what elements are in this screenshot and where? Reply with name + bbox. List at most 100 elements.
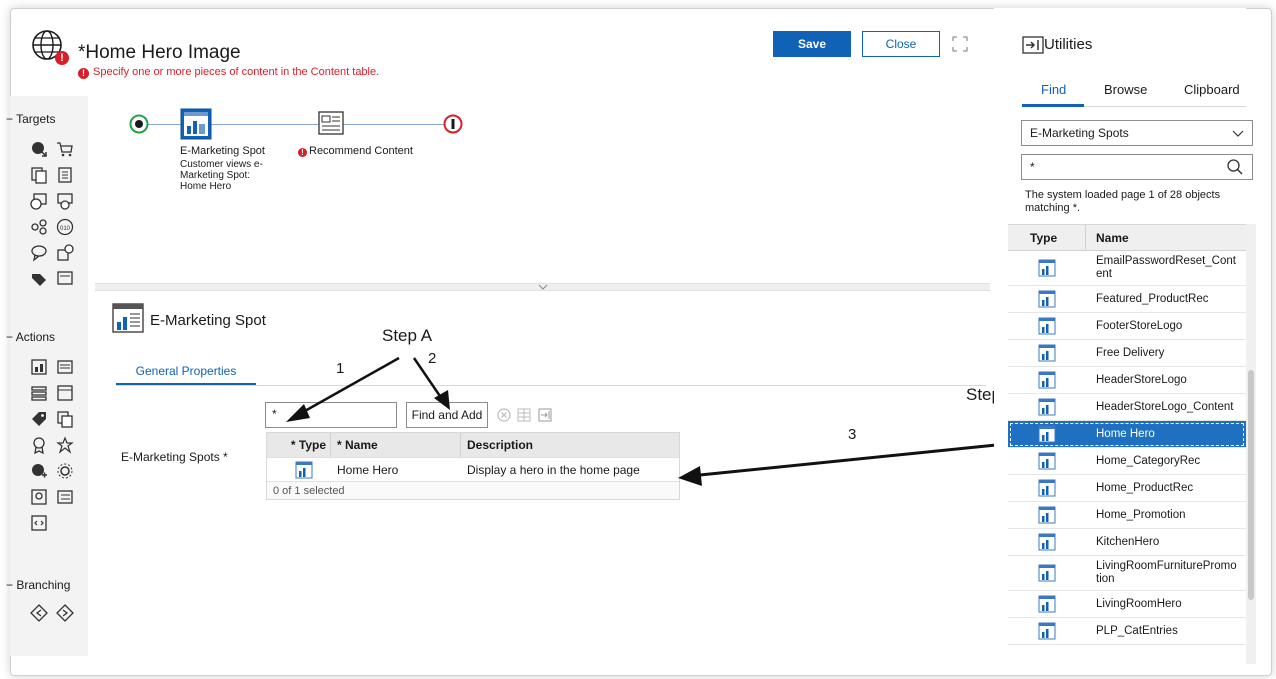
catalog-browsing-icon[interactable]: [30, 166, 48, 184]
list-item-type: [1008, 533, 1086, 551]
targets-section-header[interactable]: − Targets: [6, 112, 55, 126]
chevron-down-icon[interactable]: [1232, 128, 1244, 138]
list-item-name: Home_CategoryRec: [1096, 454, 1201, 467]
chevron-down-icon[interactable]: [536, 283, 550, 291]
recommend-content-icon[interactable]: [56, 358, 74, 376]
results-scrollbar-thumb[interactable]: [1248, 370, 1254, 600]
column-header-type[interactable]: * Type: [267, 433, 331, 457]
column-header-name[interactable]: Name: [1086, 225, 1246, 250]
list-item-type: [1008, 622, 1086, 640]
search-page-icon[interactable]: [56, 270, 74, 288]
current-page-icon[interactable]: [56, 166, 74, 184]
experiment-icon[interactable]: [56, 604, 74, 622]
list-item-name: LivingRoomHero: [1096, 597, 1182, 610]
table-footer-selection-count: 0 of 1 selected: [267, 481, 679, 499]
e-marketing-spot-node-icon[interactable]: [180, 108, 212, 140]
online-behavior-icon[interactable]: [30, 192, 48, 210]
column-header-description[interactable]: Description: [461, 433, 679, 457]
error-icon: !: [78, 68, 89, 79]
list-item[interactable]: EmailPasswordReset_Cont ent: [1008, 251, 1246, 286]
list-item[interactable]: Home_ProductRec: [1008, 475, 1246, 502]
column-chooser-icon[interactable]: [516, 407, 532, 423]
find-and-add-button[interactable]: Find and Add: [406, 402, 488, 428]
shopping-cart-icon[interactable]: [56, 140, 74, 158]
close-button[interactable]: Close: [862, 31, 940, 57]
award-badge-icon[interactable]: [30, 436, 48, 454]
e-marketing-spot-search-input[interactable]: *: [265, 402, 397, 428]
list-icon[interactable]: [30, 384, 48, 402]
customer-segment-icon[interactable]: [30, 140, 48, 158]
maximize-icon[interactable]: [950, 34, 970, 54]
start-node-icon[interactable]: [129, 114, 149, 134]
e-marketing-spot-icon: [1038, 452, 1056, 470]
add-segment-icon[interactable]: [30, 462, 48, 480]
annotation-number-1: 1: [336, 360, 345, 377]
list-item[interactable]: LivingRoomHero: [1008, 591, 1246, 618]
schedule-icon[interactable]: [56, 244, 74, 262]
conversation-icon[interactable]: [30, 244, 48, 262]
node-title: E-Marketing Spot: [180, 145, 265, 157]
external-site-icon[interactable]: [56, 192, 74, 210]
node-description-line: Home Hero: [180, 181, 232, 192]
list-item[interactable]: Free Delivery: [1008, 340, 1246, 367]
copy-pages-icon[interactable]: [56, 410, 74, 428]
list-item[interactable]: Featured_ProductRec: [1008, 286, 1246, 313]
display-window-icon[interactable]: [56, 384, 74, 402]
tab-general-properties[interactable]: General Properties: [116, 360, 256, 386]
branch-icon[interactable]: [30, 604, 48, 622]
list-item-name: HeaderStoreLogo: [1096, 373, 1187, 386]
column-header-name[interactable]: * Name: [331, 433, 461, 457]
list-item[interactable]: Home_Promotion: [1008, 502, 1246, 529]
remove-icon[interactable]: [496, 407, 512, 423]
list-item[interactable]: FooterStoreLogo: [1008, 313, 1246, 340]
tab-clipboard[interactable]: Clipboard: [1184, 82, 1240, 97]
promotion-tag-icon[interactable]: [30, 410, 48, 428]
branching-section-header[interactable]: − Branching: [6, 578, 70, 592]
settings-gear-icon[interactable]: [56, 462, 74, 480]
tag-heart-icon[interactable]: [30, 270, 48, 288]
e-marketing-spots-label: E-Marketing Spots *: [121, 450, 228, 464]
code-document-icon[interactable]: [30, 514, 48, 532]
list-item[interactable]: HeaderStoreLogo: [1008, 367, 1246, 394]
binary-code-icon[interactable]: 010: [56, 218, 74, 236]
list-item-type: [1008, 564, 1086, 582]
display-content-icon[interactable]: [30, 358, 48, 376]
search-results-list: Type Name EmailPasswordReset_Cont ent Fea…: [1008, 224, 1246, 664]
email-list-icon[interactable]: [56, 488, 74, 506]
node-description-line: Customer views e-: [180, 159, 263, 170]
error-icon: !: [298, 148, 307, 157]
node-title: Recommend Content: [309, 145, 413, 157]
save-button[interactable]: Save: [773, 31, 851, 57]
recommend-content-node-icon[interactable]: [318, 110, 344, 136]
list-item[interactable]: PLP_CatEntries: [1008, 618, 1246, 645]
e-marketing-spot-icon: [1038, 290, 1056, 308]
e-marketing-spot-icon: [112, 303, 144, 333]
social-commerce-icon[interactable]: [30, 218, 48, 236]
list-item[interactable]: Home Hero: [1008, 421, 1246, 448]
annotation-number-3: 3: [848, 426, 857, 443]
list-item[interactable]: KitchenHero: [1008, 529, 1246, 556]
tab-find[interactable]: Find: [1041, 82, 1066, 97]
list-item[interactable]: HeaderStoreLogo_Content: [1008, 394, 1246, 421]
actions-section-header[interactable]: − Actions: [6, 330, 55, 344]
list-item[interactable]: LivingRoomFurniturePromo tion: [1008, 556, 1246, 591]
table-row[interactable]: Home Hero Display a hero in the home pag…: [267, 457, 679, 481]
list-item-type: [1008, 344, 1086, 362]
e-marketing-spots-table: * Type * Name Description Home Hero Disp…: [266, 432, 680, 500]
search-icon[interactable]: [1226, 158, 1244, 176]
end-node-icon[interactable]: [443, 114, 463, 134]
open-utilities-icon[interactable]: [537, 407, 553, 423]
e-marketing-spot-icon: [1038, 398, 1056, 416]
branching-label: Branching: [16, 578, 71, 592]
location-page-icon[interactable]: [30, 488, 48, 506]
object-type-select[interactable]: E-Marketing Spots: [1021, 120, 1253, 146]
tab-browse[interactable]: Browse: [1104, 82, 1147, 97]
featured-star-icon[interactable]: [56, 436, 74, 454]
list-item-type: [1008, 452, 1086, 470]
list-item[interactable]: Home_CategoryRec: [1008, 448, 1246, 475]
utilities-search-input[interactable]: *: [1021, 154, 1253, 180]
element-palette: [10, 96, 88, 656]
column-header-type[interactable]: Type: [1008, 225, 1086, 250]
list-item-type: [1008, 506, 1086, 524]
error-message-text: Specify one or more pieces of content in…: [93, 66, 380, 78]
